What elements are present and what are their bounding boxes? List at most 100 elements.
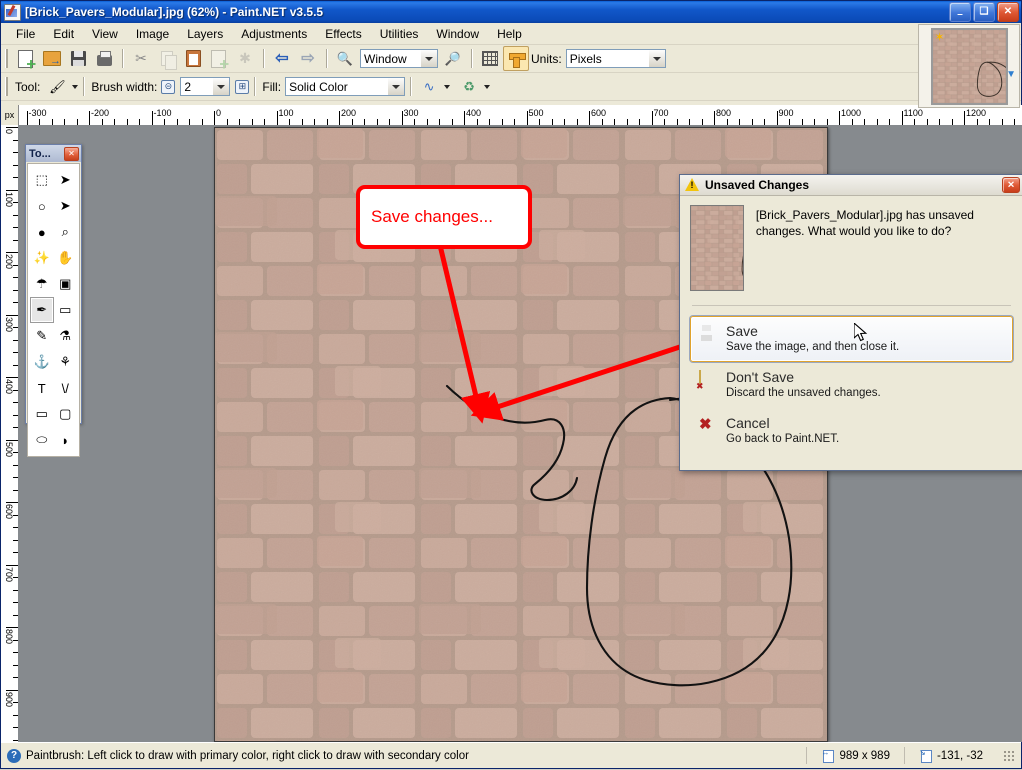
units-label: Units: xyxy=(531,51,562,66)
tool-dropdown-caret-icon[interactable] xyxy=(72,84,79,89)
unsaved-changes-dialog[interactable]: Unsaved Changes ✕ [Brick_Pavers_Modular]… xyxy=(679,174,1022,471)
open-button[interactable] xyxy=(39,46,65,71)
tool-color-picker[interactable]: ⚗ xyxy=(54,323,78,349)
dialog-option-dont-save[interactable]: Don't Save Discard the unsaved changes. xyxy=(690,362,1013,408)
close-button[interactable]: ✕ xyxy=(997,2,1019,22)
maximize-icon: ❑ xyxy=(979,6,989,17)
tool-move-selection[interactable]: ➤ xyxy=(54,193,78,219)
tool-freeform-shape[interactable]: ◗ xyxy=(54,427,78,453)
tool-magic-wand[interactable]: ✨ xyxy=(30,245,54,271)
brush-width-decrease-button[interactable]: ⊝ xyxy=(161,79,176,94)
maximize-button[interactable]: ❑ xyxy=(973,2,995,22)
tool-text[interactable]: T xyxy=(30,375,54,401)
paste-button[interactable] xyxy=(180,46,206,71)
vruler-tick-major xyxy=(6,439,18,441)
toolbox-window[interactable]: To... ⬚ ➤ ○ ➤ ● ⌕ ✨ ✋ ☂ ▣ ✒ ▭ ✎ ⚗ ⚓ ⚘ T \/ ▭ ▢ ⬭ ◗ xyxy=(25,144,82,457)
redo-button[interactable]: ⇨ xyxy=(295,46,321,71)
save-button[interactable] xyxy=(65,46,91,71)
minimize-button[interactable]: – xyxy=(949,2,971,22)
deselect-button[interactable]: ✱ xyxy=(232,46,258,71)
zoom-out-icon: 🔍 xyxy=(336,50,354,66)
image-thumbnail-docker[interactable]: ✶ ▼ xyxy=(918,24,1020,108)
vruler-label: 600 xyxy=(4,504,14,520)
grid-button[interactable] xyxy=(477,46,503,71)
dialog-option-save[interactable]: Save Save the image, and then close it. xyxy=(690,316,1013,362)
undo-arrow-icon: ⇦ xyxy=(275,49,289,67)
chevron-down-icon-brush[interactable] xyxy=(212,78,230,95)
dialog-close-button[interactable]: ✕ xyxy=(1002,177,1020,193)
tool-zoom[interactable]: ⌕ xyxy=(54,219,78,245)
blend-mode-button[interactable]: ∿ xyxy=(416,74,442,99)
image-size-cell: ↔ 989 x 989 xyxy=(806,747,904,764)
tool-rectangle[interactable]: ▭ xyxy=(30,401,54,427)
zoom-level-value: Window xyxy=(364,51,407,66)
tool-rectangle-select[interactable]: ⬚ xyxy=(30,167,54,193)
fill-combo[interactable]: Solid Color xyxy=(285,77,406,96)
tool-gradient[interactable]: ▣ xyxy=(54,271,78,297)
tool-paintbrush[interactable]: ✒ xyxy=(30,297,54,323)
undo-button[interactable]: ⇦ xyxy=(269,46,295,71)
antialias-caret-icon[interactable] xyxy=(484,84,491,89)
menu-item-window[interactable]: Window xyxy=(427,24,488,44)
ruler-label: 600 xyxy=(591,108,607,118)
rulers-button[interactable] xyxy=(503,46,529,71)
tool-move-selected[interactable]: ➤ xyxy=(54,167,78,193)
docker-dropdown-icon[interactable]: ▼ xyxy=(1006,69,1016,80)
dialog-option-cancel[interactable]: ✖ Cancel Go back to Paint.NET. xyxy=(690,408,1013,454)
tool-eraser[interactable]: ▭ xyxy=(54,297,78,323)
menu-item-help[interactable]: Help xyxy=(488,24,531,44)
tool-toolbar-grip[interactable] xyxy=(5,77,9,96)
crop-button[interactable] xyxy=(206,46,232,71)
tool-pencil[interactable]: ✎ xyxy=(30,323,54,349)
cursor-position-icon: ↘ xyxy=(919,748,932,763)
tool-recolor[interactable]: ⚘ xyxy=(54,349,78,375)
menu-item-edit[interactable]: Edit xyxy=(44,24,83,44)
antialiasing-button[interactable]: ♻ xyxy=(456,74,482,99)
brush-width-label: Brush width: xyxy=(91,79,158,94)
cut-button[interactable]: ✂ xyxy=(128,46,154,71)
tool-rounded-rectangle[interactable]: ▢ xyxy=(54,401,78,427)
units-combo[interactable]: Pixels xyxy=(565,49,666,68)
close-icon: ✕ xyxy=(1003,6,1013,17)
blend-caret-icon[interactable] xyxy=(444,84,451,89)
menu-item-effects[interactable]: Effects xyxy=(316,24,370,44)
chevron-down-icon-fill[interactable] xyxy=(387,78,405,95)
brush-width-combo[interactable]: 2 xyxy=(180,77,231,96)
zoom-in-button[interactable]: 🔎 xyxy=(440,46,466,71)
print-button[interactable] xyxy=(91,46,117,71)
vruler-label: 500 xyxy=(4,441,14,457)
plus-icon: ⊞ xyxy=(238,81,247,91)
menu-item-file[interactable]: File xyxy=(7,24,44,44)
menu-item-adjustments[interactable]: Adjustments xyxy=(232,24,316,44)
resize-grip[interactable] xyxy=(1003,749,1015,762)
menu-item-image[interactable]: Image xyxy=(127,24,178,44)
brush-width-increase-button[interactable]: ⊞ xyxy=(235,79,250,94)
tool-line-curve[interactable]: \/ xyxy=(54,375,78,401)
help-icon[interactable]: ? xyxy=(7,748,21,763)
menu-item-layers[interactable]: Layers xyxy=(178,24,232,44)
docked-thumbnail[interactable]: ✶ xyxy=(930,27,1008,105)
menu-item-view[interactable]: View xyxy=(83,24,127,44)
chevron-down-icon-units[interactable] xyxy=(647,50,665,67)
toolbar-grip[interactable] xyxy=(5,49,9,68)
tool-clone-stamp[interactable]: ⚓ xyxy=(30,349,54,375)
ruler-tick-major xyxy=(776,111,778,125)
toolbox-close-button[interactable] xyxy=(64,146,79,161)
crop-icon xyxy=(210,49,226,68)
zoom-level-combo[interactable]: Window xyxy=(360,49,438,68)
tool-ellipse-select[interactable]: ● xyxy=(30,219,54,245)
tool-selector-button[interactable]: 🖌 xyxy=(44,74,70,99)
ruler-tick-major xyxy=(89,111,90,125)
vruler-label: 0 xyxy=(4,129,14,135)
chevron-down-icon[interactable] xyxy=(420,50,437,67)
tool-ellipse[interactable]: ⬭ xyxy=(30,427,54,453)
printer-icon xyxy=(96,50,112,66)
menu-item-utilities[interactable]: Utilities xyxy=(371,24,428,44)
tool-pan[interactable]: ✋ xyxy=(54,245,78,271)
copy-button[interactable] xyxy=(154,46,180,71)
dialog-close-icon: ✕ xyxy=(1007,179,1015,190)
tool-lasso-select[interactable]: ○ xyxy=(30,193,54,219)
new-button[interactable] xyxy=(13,46,39,71)
zoom-out-button[interactable]: 🔍 xyxy=(332,46,358,71)
tool-paint-bucket[interactable]: ☂ xyxy=(30,271,54,297)
